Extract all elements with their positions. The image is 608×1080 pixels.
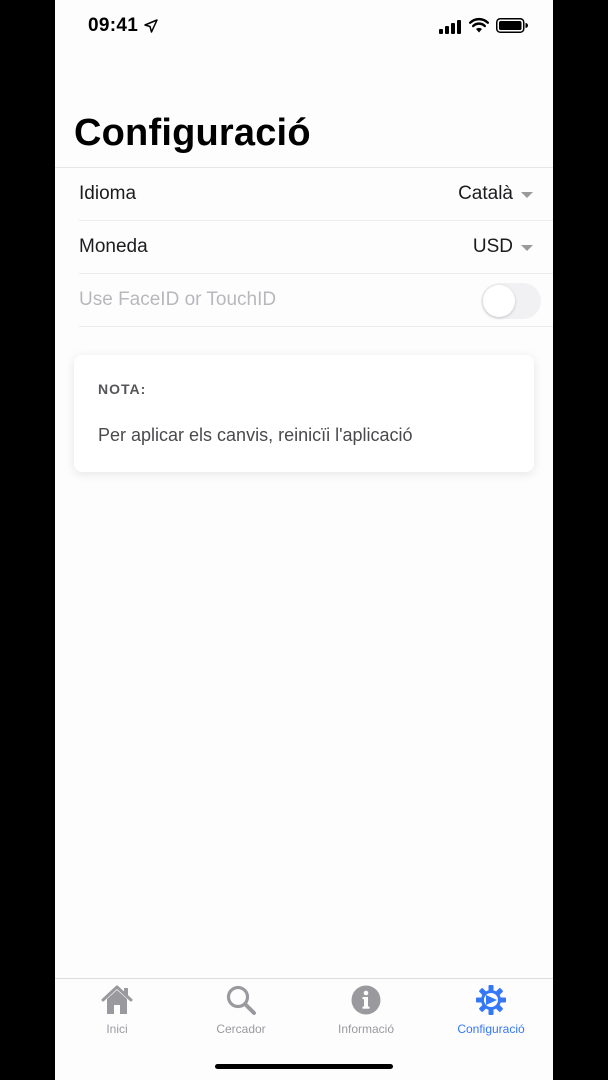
note-title: NOTA: [98, 381, 147, 397]
home-indicator[interactable] [215, 1064, 393, 1069]
page-title: Configuració [74, 112, 311, 154]
tab-search[interactable]: Cercador [179, 979, 303, 1049]
currency-label: Moneda [79, 236, 148, 257]
language-value[interactable]: Català [458, 183, 513, 205]
home-icon [101, 985, 133, 1014]
status-time: 09:41 [88, 15, 139, 36]
battery-icon [496, 18, 528, 33]
status-bar: 09:41 [55, 0, 553, 54]
language-label: Idioma [79, 183, 137, 204]
wifi-icon [469, 17, 489, 33]
biometric-setting-row: Use FaceID or TouchID [79, 274, 553, 327]
tab-home-label: Inici [106, 1022, 128, 1036]
chevron-down-icon[interactable] [521, 245, 533, 251]
app-screen: 09:41 Configuració Idioma Català Moneda … [55, 0, 553, 1080]
tab-home[interactable]: Inici [55, 979, 179, 1049]
settings-list: Idioma Català Moneda USD Use FaceID or T… [55, 167, 553, 327]
language-setting-row[interactable]: Idioma Català [79, 168, 553, 221]
tab-info[interactable]: Informació [304, 979, 428, 1049]
search-icon [226, 985, 256, 1015]
tab-settings[interactable]: Configuració [429, 979, 553, 1049]
toggle-knob [483, 285, 515, 317]
currency-setting-row[interactable]: Moneda USD [79, 221, 553, 274]
biometric-toggle[interactable] [481, 283, 541, 319]
note-card: NOTA: Per aplicar els canvis, reinicïi l… [74, 355, 534, 472]
tab-info-label: Informació [337, 1022, 395, 1036]
biometric-label: Use FaceID or TouchID [79, 289, 277, 310]
location-arrow-icon [144, 19, 158, 33]
currency-value[interactable]: USD [473, 236, 513, 258]
cellular-signal-icon [439, 20, 461, 34]
tab-search-label: Cercador [216, 1022, 266, 1036]
info-icon [351, 985, 381, 1015]
gear-icon [476, 985, 506, 1015]
note-text: Per aplicar els canvis, reinicïi l'aplic… [98, 425, 413, 445]
chevron-down-icon[interactable] [521, 192, 533, 198]
tab-settings-label: Configuració [457, 1022, 525, 1036]
